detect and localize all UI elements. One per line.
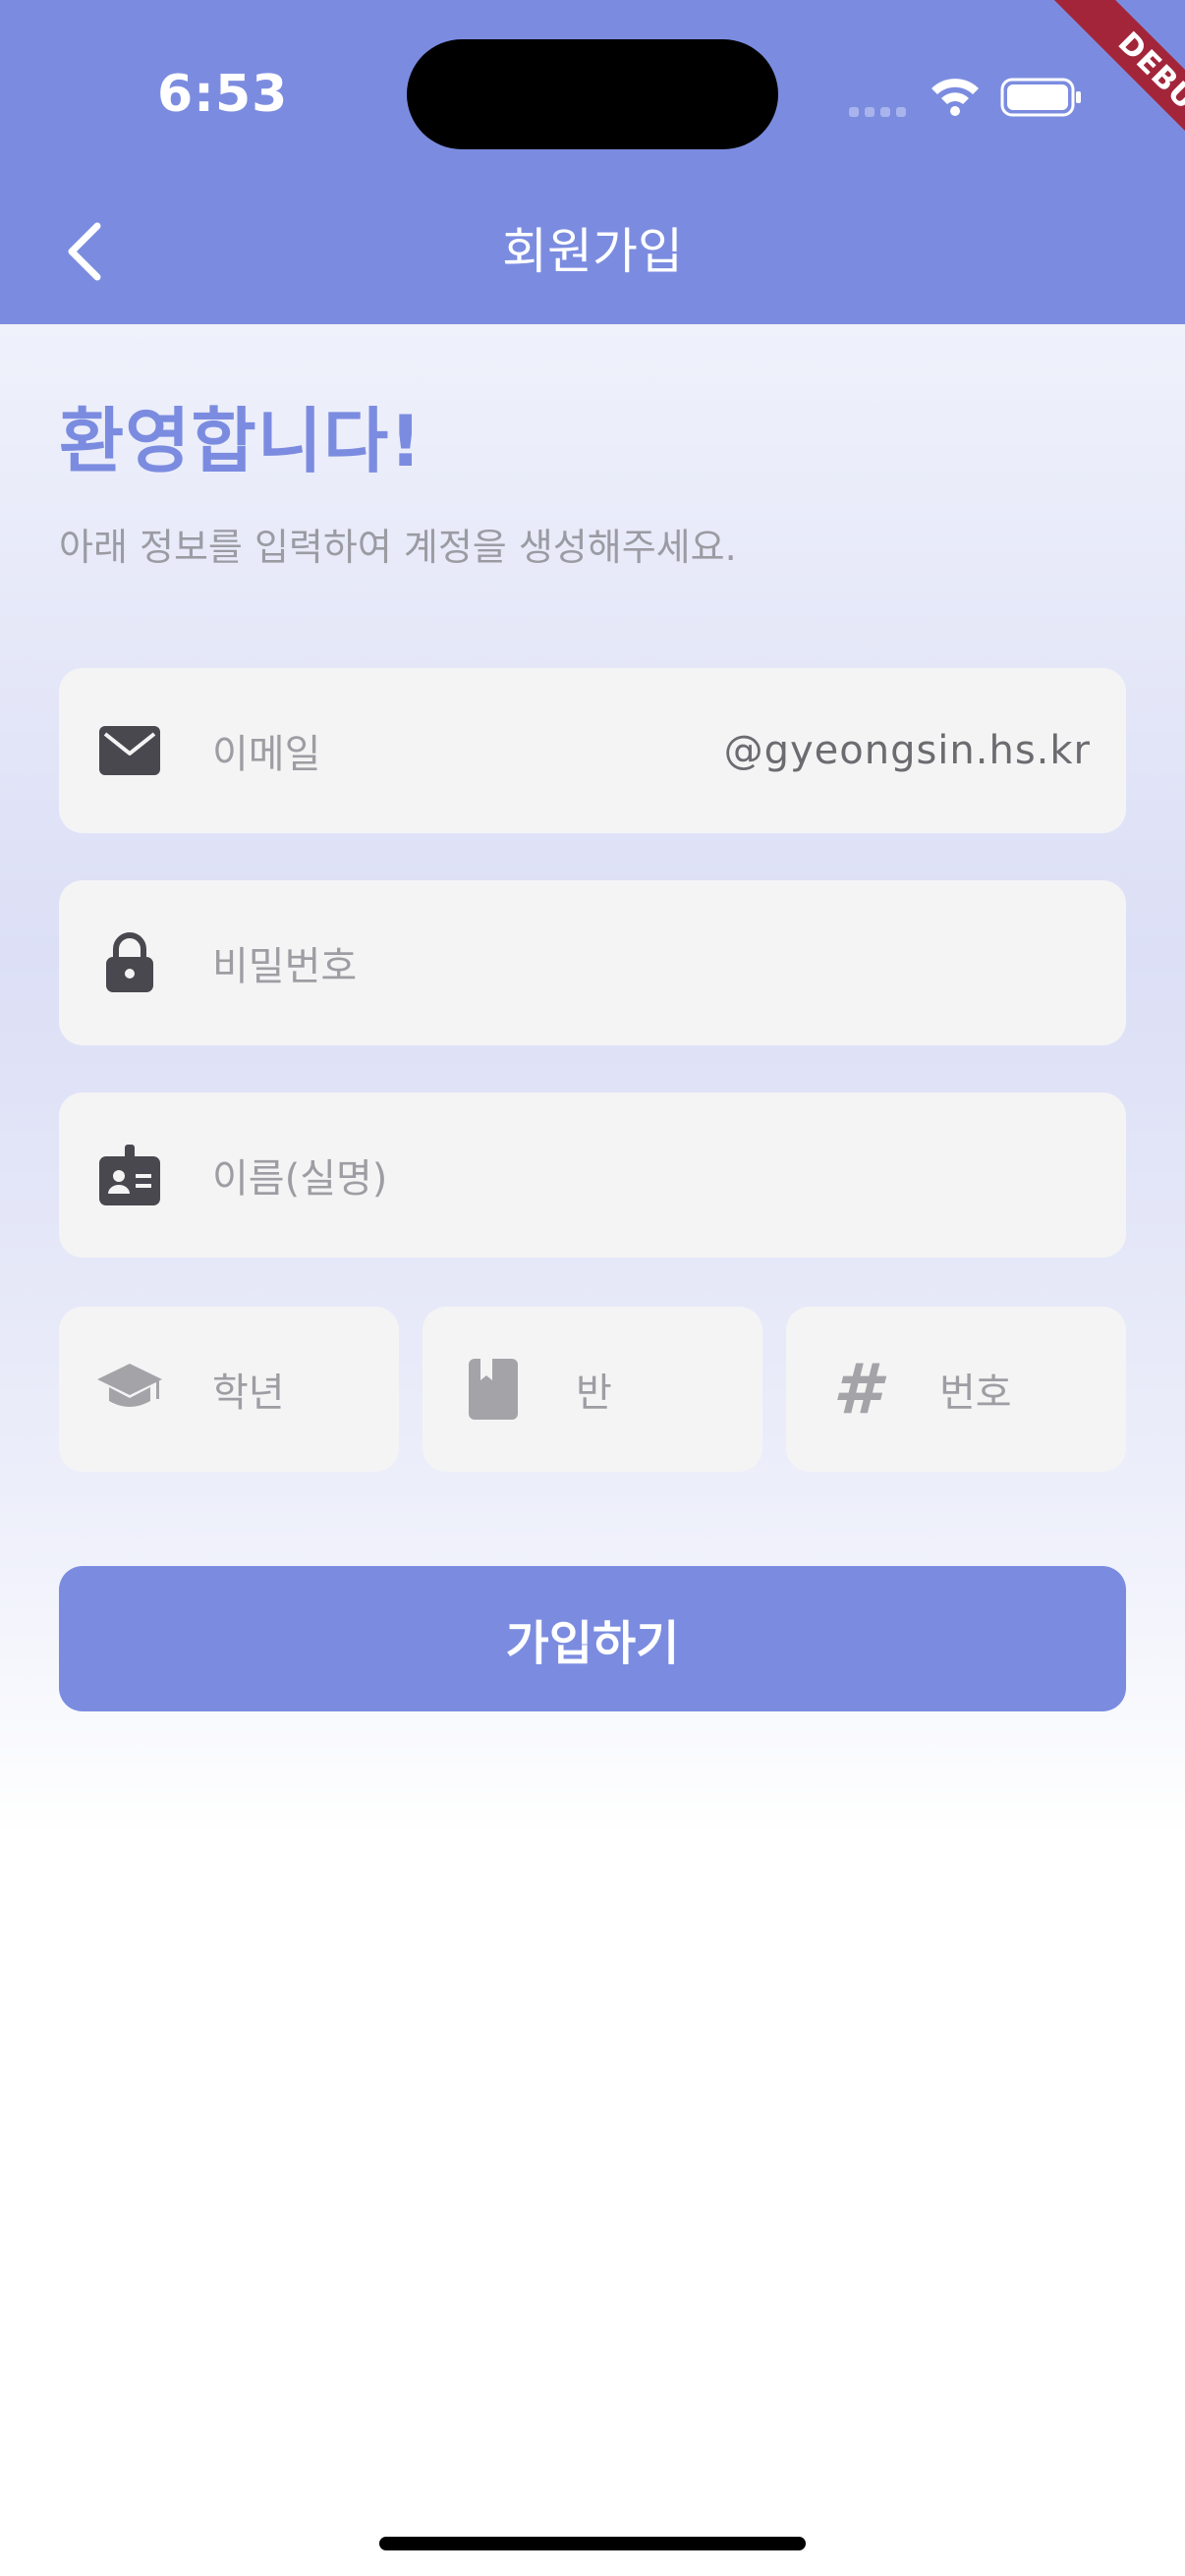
page-title: 회원가입 xyxy=(502,223,683,280)
cellular-signal-icon xyxy=(849,102,912,121)
hash-icon: # xyxy=(832,1349,881,1429)
welcome-heading: 환영합니다! xyxy=(59,400,423,482)
number-placeholder: 번호 xyxy=(939,1371,1012,1416)
app-bar: 6:53 회원가입 xyxy=(0,0,1185,324)
class-placeholder: 반 xyxy=(576,1371,612,1416)
password-field[interactable]: 비밀번호 xyxy=(59,880,1126,1045)
graduation-cap-icon xyxy=(94,1354,165,1425)
password-placeholder: 비밀번호 xyxy=(212,944,358,989)
battery-icon xyxy=(1000,78,1081,117)
status-time: 6:53 xyxy=(157,65,289,124)
dynamic-island xyxy=(407,39,778,149)
email-placeholder: 이메일 xyxy=(212,732,321,777)
email-field[interactable]: 이메일 @gyeongsin.hs.kr xyxy=(59,668,1126,833)
home-indicator xyxy=(379,2537,806,2550)
lock-icon xyxy=(98,931,161,994)
mail-icon xyxy=(98,719,161,782)
name-field[interactable]: 이름(실명) xyxy=(59,1092,1126,1258)
wifi-icon xyxy=(931,79,979,116)
email-domain-suffix: @gyeongsin.hs.kr xyxy=(723,728,1091,773)
book-icon xyxy=(458,1354,529,1425)
name-placeholder: 이름(실명) xyxy=(212,1156,388,1202)
number-field[interactable]: # 번호 xyxy=(786,1307,1126,1472)
grade-placeholder: 학년 xyxy=(212,1371,285,1416)
signup-button[interactable]: 가입하기 xyxy=(59,1566,1126,1711)
id-badge-icon xyxy=(98,1144,161,1206)
class-field[interactable]: 반 xyxy=(423,1307,762,1472)
grade-field[interactable]: 학년 xyxy=(59,1307,399,1472)
welcome-subtitle: 아래 정보를 입력하여 계정을 생성해주세요. xyxy=(59,526,737,569)
